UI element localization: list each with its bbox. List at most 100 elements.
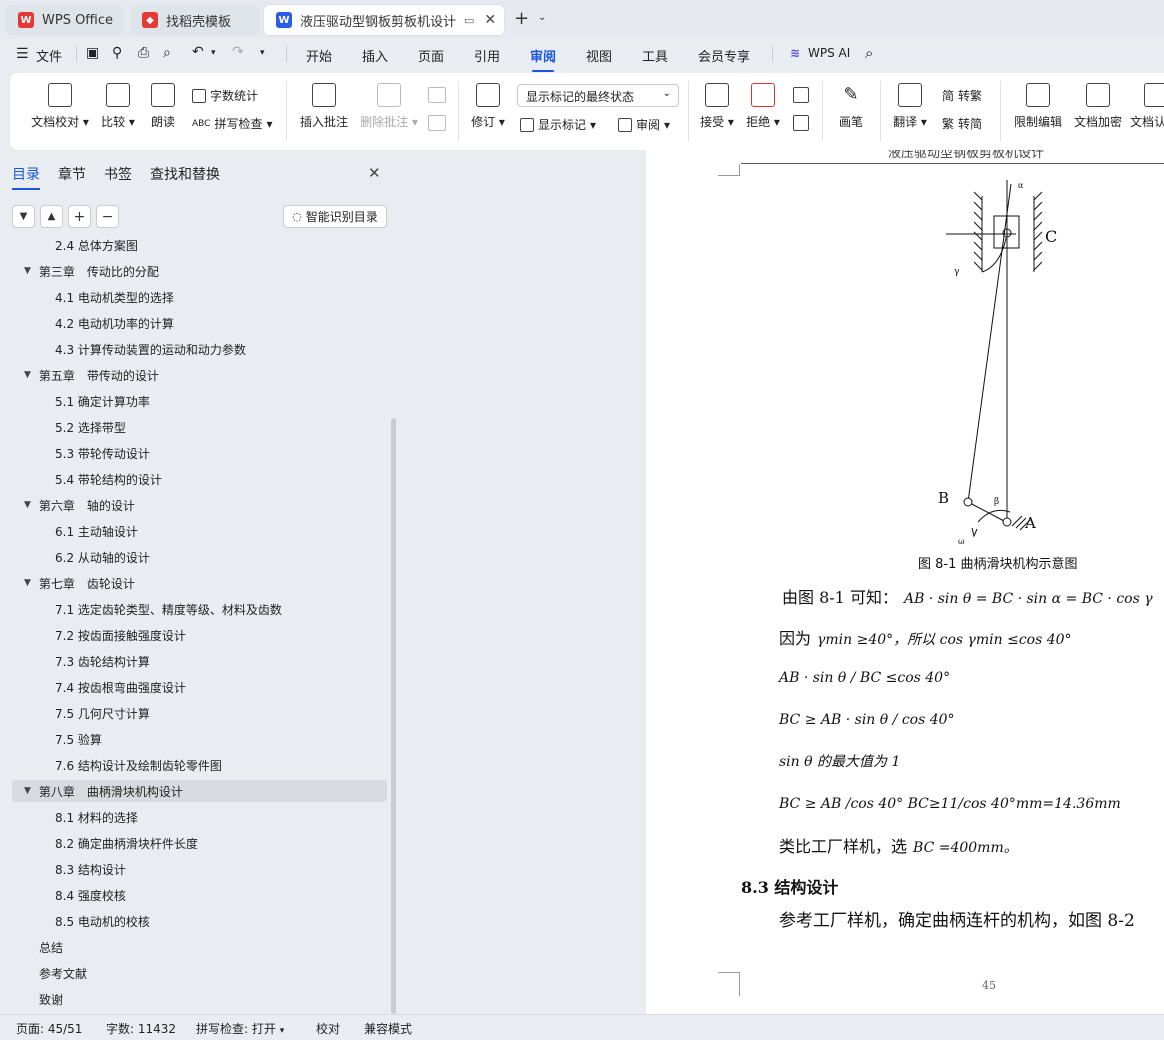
toc-item[interactable]: 6.2 从动轴的设计 [0,546,388,568]
expand-icon[interactable]: ▼ [24,370,31,380]
toc-item[interactable]: 5.3 带轮传动设计 [0,442,388,464]
undo-icon[interactable]: ↶ [192,44,204,60]
search-icon[interactable]: ⌕ [865,44,873,62]
tab-sections[interactable]: 章节 [58,164,86,184]
doc-auth-button[interactable]: 文档认 [1130,83,1164,130]
chevron-down-icon[interactable]: ▾ [260,48,265,58]
word-count-button[interactable]: 字数统计 [192,87,258,104]
menu-review[interactable]: 审阅 [530,46,556,72]
toc-item[interactable]: 4.2 电动机功率的计算 [0,312,388,334]
status-page[interactable]: 页面: 45/51 [16,1020,82,1037]
menu-home[interactable]: 开始 [306,46,332,65]
toc-item[interactable]: 7.1 选定齿轮类型、精度等级、材料及齿数 [0,598,388,620]
close-pane-icon[interactable]: ✕ [368,164,381,182]
print-preview-icon[interactable]: ⌕ [163,45,171,61]
expand-icon[interactable]: ▼ [24,500,31,510]
toc-item[interactable]: ▼ 第八章 曲柄滑块机构设计 [12,780,387,802]
share-icon[interactable]: ⚲ [112,45,122,61]
redo-icon[interactable]: ↷ [232,44,244,60]
to-simplified-button[interactable]: 繁转简 [942,115,982,132]
menu-file[interactable]: 文件 [36,46,62,65]
reject-button[interactable]: 拒绝 ▾ [744,83,782,130]
to-traditional-button[interactable]: 简转繁 [942,87,982,104]
menu-insert[interactable]: 插入 [362,46,388,65]
toc-item[interactable]: 8.3 结构设计 [0,858,388,880]
spell-check-button[interactable]: ABC 拼写检查 ▾ [192,115,273,132]
next-change-icon[interactable] [793,115,809,131]
toc-item[interactable]: 7.4 按齿根弯曲强度设计 [0,676,388,698]
toc-item[interactable]: 8.1 材料的选择 [0,806,388,828]
toc-item[interactable]: 4.3 计算传动装置的运动和动力参数 [0,338,388,360]
toc-item[interactable]: 8.2 确定曲柄滑块杆件长度 [0,832,388,854]
encrypt-button[interactable]: 文档加密 [1070,83,1126,130]
tab-wps-office[interactable]: W WPS Office [6,5,124,35]
toc-item[interactable]: 致谢 [0,988,388,1010]
toc-item[interactable]: 7.2 按齿面接触强度设计 [0,624,388,646]
tab-find-replace[interactable]: 查找和替换 [150,164,220,184]
expand-icon[interactable]: ▼ [24,786,31,796]
toc-item[interactable]: ▼ 第三章 传动比的分配 [0,260,388,282]
compare-button[interactable]: 比较 ▾ [96,83,140,130]
toc-item[interactable]: 6.1 主动轴设计 [0,520,388,542]
markup-state-select[interactable]: 显示标记的最终状态 ⌄ [517,84,679,107]
chevron-down-icon[interactable]: ▾ [211,48,216,58]
next-comment-icon[interactable] [428,115,446,131]
tab-docer[interactable]: ◆ 找稻壳模板 [130,5,260,35]
hamburger-icon[interactable]: ☰ [16,46,29,62]
toc-item[interactable]: ▼ 第六章 轴的设计 [0,494,388,516]
toc-item[interactable]: ▼ 第五章 带传动的设计 [0,364,388,386]
collapse-down-button[interactable]: ▼ [12,205,35,228]
restrict-edit-button[interactable]: 限制编辑 [1010,83,1066,130]
read-aloud-button[interactable]: 朗读 [146,83,180,130]
prev-change-icon[interactable] [793,87,809,103]
toc-item[interactable]: ▼ 第七章 齿轮设计 [0,572,388,594]
menu-page[interactable]: 页面 [418,46,444,65]
toc-item[interactable]: 7.6 结构设计及绘制齿轮零件图 [0,754,388,776]
status-words[interactable]: 字数: 11432 [106,1020,176,1037]
toc-item[interactable]: 8.4 强度校核 [0,884,388,906]
toc-item[interactable]: 5.2 选择带型 [0,416,388,438]
print-icon[interactable]: ⎙ [138,45,149,61]
add-heading-button[interactable]: + [68,205,91,228]
show-markup-button[interactable]: 显示标记 ▾ [520,116,596,133]
expand-icon[interactable]: ▼ [24,578,31,588]
status-compat[interactable]: 兼容模式 [364,1020,412,1037]
accept-button[interactable]: 接受 ▾ [698,83,736,130]
smart-toc-button[interactable]: ◌ 智能识别目录 [283,205,387,228]
doc-check-button[interactable]: 文档校对 ▾ [28,83,92,130]
insert-comment-button[interactable]: 插入批注 [298,83,350,130]
toc-item[interactable]: 总结 [0,936,388,958]
translate-button[interactable]: 翻译 ▾ [890,83,930,130]
toc-item[interactable]: 7.5 验算 [0,728,388,750]
expand-icon[interactable]: ▼ [24,266,31,276]
chevron-down-icon[interactable]: ⌄ [538,12,546,23]
menu-wps-ai[interactable]: WPS AI [808,46,850,60]
toc-item[interactable]: 参考文献 [0,962,388,984]
prev-comment-icon[interactable] [428,87,446,103]
menu-references[interactable]: 引用 [474,46,500,65]
status-spell[interactable]: 拼写检查: 打开 ▾ [196,1020,284,1037]
toc-item[interactable]: 8.5 电动机的校核 [0,910,388,932]
monitor-icon[interactable]: ▭ [464,14,474,27]
remove-heading-button[interactable]: − [96,205,119,228]
close-tab-icon[interactable]: ✕ [484,12,496,28]
delete-comment-button[interactable]: 删除批注 ▾ [358,83,420,130]
toc-item[interactable]: 7.3 齿轮结构计算 [0,650,388,672]
toc-item[interactable]: 4.1 电动机类型的选择 [0,286,388,308]
menu-member[interactable]: 会员专享 [698,46,750,65]
tab-bookmarks[interactable]: 书签 [104,164,132,184]
review-pane-button[interactable]: 审阅 ▾ [618,116,670,133]
menu-tools[interactable]: 工具 [642,46,668,65]
track-changes-button[interactable]: 修订 ▾ [468,83,508,130]
tab-document[interactable]: W 液压驱动型钢板剪板机设计 说 ▭ ✕ [264,5,504,35]
collapse-up-button[interactable]: ▲ [40,205,63,228]
scrollbar[interactable] [391,418,396,1014]
toc-item[interactable]: 7.5 几何尺寸计算 [0,702,388,724]
menu-view[interactable]: 视图 [586,46,612,65]
toc-item[interactable]: 2.4 总体方案图 [0,238,388,256]
tab-toc[interactable]: 目录 [12,164,40,190]
toc-item[interactable]: 5.1 确定计算功率 [0,390,388,412]
save-icon[interactable]: ▣ [86,45,99,61]
status-proof[interactable]: 校对 [316,1020,340,1037]
ink-button[interactable]: ✎ 画笔 [832,83,870,130]
